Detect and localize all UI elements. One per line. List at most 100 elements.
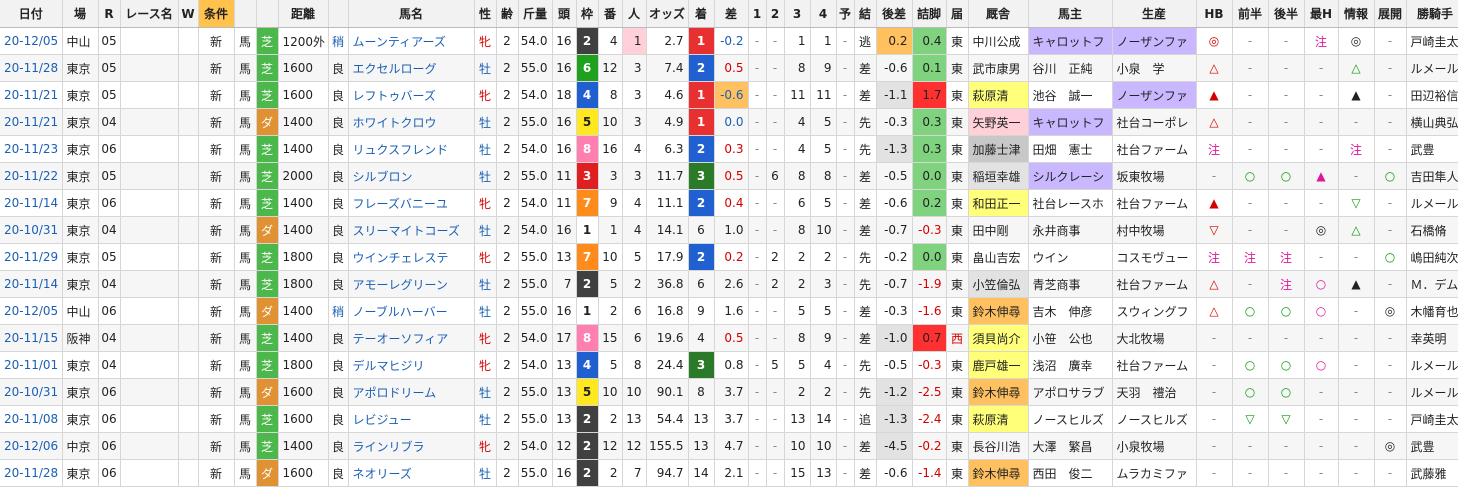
column-header[interactable]: 条件 — [198, 0, 235, 28]
column-header[interactable]: 斤量 — [518, 0, 553, 28]
column-header[interactable]: 後差 — [876, 0, 913, 28]
cell-owner: アポロサラブ — [1028, 378, 1113, 406]
cell-name[interactable]: アポロドリーム — [348, 378, 475, 406]
cell-name[interactable]: アモーレグリーン — [348, 270, 475, 298]
cell-c2: 2 — [766, 270, 785, 298]
cell-hb: - — [1196, 405, 1233, 433]
column-header[interactable]: 性 — [474, 0, 497, 28]
cell-ke: 差 — [854, 216, 877, 244]
column-header[interactable]: 日付 — [0, 0, 63, 28]
table-row[interactable]: 20-10/31 東京 04 新馬ダ 1400 良スリーマイトコーズ牡 2 54.0 16 1 1 4… — [0, 216, 1458, 244]
column-header[interactable]: 齢 — [496, 0, 519, 28]
column-header[interactable]: レース名 — [120, 0, 179, 28]
column-header[interactable]: 枠 — [576, 0, 599, 28]
cell-tsume: 0.0 — [912, 162, 947, 190]
column-header[interactable]: 勝騎手 — [1406, 0, 1458, 28]
cell-nin: 3 — [622, 81, 647, 109]
table-row[interactable]: 20-11/21 東京 04 新馬ダ 1400 良ホワイトクロウ牡 2 55.0 16 5 10 3 4… — [0, 108, 1458, 136]
column-header[interactable] — [256, 0, 279, 28]
cell-name[interactable]: フレーズバニーユ — [348, 189, 475, 217]
column-header[interactable]: HB — [1196, 0, 1233, 28]
column-header[interactable] — [328, 0, 349, 28]
cell-name[interactable]: デルマヒジリ — [348, 351, 475, 379]
cell-name[interactable]: ホワイトクロウ — [348, 108, 475, 136]
table-row[interactable]: 20-11/21 東京 05 新馬芝 1600 良レフトゥバーズ牝 2 54.0 18 4 8 3 4.… — [0, 81, 1458, 109]
column-header[interactable]: 4 — [810, 0, 837, 28]
cell-name[interactable]: ラインリブラ — [348, 432, 475, 460]
table-row[interactable]: 20-12/06 中京 06 新馬芝 1400 良ラインリブラ牝 2 54.0 12 2 12 12 1… — [0, 432, 1458, 460]
cell-name[interactable]: ネオリーズ — [348, 459, 475, 487]
table-row[interactable]: 20-11/28 東京 06 新馬ダ 1600 良ネオリーズ牡 2 55.0 16 2 2 7 94.7… — [0, 459, 1458, 487]
column-header[interactable]: 詰脚 — [912, 0, 947, 28]
column-header[interactable]: 届 — [946, 0, 969, 28]
cell-kousa: -1.1 — [876, 81, 913, 109]
cell-dist: 1400 — [278, 135, 329, 163]
table-row[interactable]: 20-11/15 阪神 04 新馬芝 1400 良テーオーソフィア牝 2 54.0 17 8 15 6… — [0, 324, 1458, 352]
column-header[interactable]: 予 — [836, 0, 855, 28]
column-header[interactable]: 結 — [854, 0, 877, 28]
cell-tou: 16 — [552, 108, 577, 136]
table-row[interactable]: 20-12/05 中山 06 新馬ダ 1400 稍ノーブルハーバー牡 2 55.0 16 1 2 6 1… — [0, 297, 1458, 325]
column-header[interactable]: R — [98, 0, 121, 28]
cell-nin: 4 — [622, 135, 647, 163]
column-header[interactable]: 馬主 — [1028, 0, 1113, 28]
cell-name[interactable]: エクセルローグ — [348, 54, 475, 82]
column-header[interactable]: 2 — [766, 0, 785, 28]
column-header[interactable]: 着 — [688, 0, 715, 28]
column-header[interactable]: 情報 — [1338, 0, 1375, 28]
column-header[interactable]: 差 — [714, 0, 749, 28]
table-row[interactable]: 20-11/28 東京 05 新馬芝 1600 良エクセルローグ牡 2 55.0 16 6 12 3 7… — [0, 54, 1458, 82]
column-header[interactable]: 厩舎 — [968, 0, 1029, 28]
cell-name[interactable]: ムーンティアーズ — [348, 27, 475, 55]
cell-name[interactable]: ウインチェレステ — [348, 243, 475, 271]
cell-empty — [120, 216, 179, 244]
column-header[interactable]: 距離 — [278, 0, 329, 28]
column-header[interactable]: 前半 — [1232, 0, 1269, 28]
column-header[interactable]: 展開 — [1374, 0, 1407, 28]
cell-trainer: 萩原清 — [968, 405, 1029, 433]
column-header[interactable]: 頭 — [552, 0, 577, 28]
table-row[interactable]: 20-12/05 中山 05 新馬芝 1200外稍ムーンティアーズ牝 2 54.0 16 2 4 1… — [0, 27, 1458, 55]
cell-name[interactable]: リュクスフレンド — [348, 135, 475, 163]
cell-zen: - — [1232, 189, 1269, 217]
cell-cls: 新 — [198, 27, 235, 55]
column-header[interactable]: オッズ — [646, 0, 689, 28]
cell-name[interactable]: ノーブルハーバー — [348, 297, 475, 325]
column-header[interactable]: 3 — [784, 0, 811, 28]
column-header[interactable]: W — [178, 0, 199, 28]
cell-ba: 馬 — [234, 297, 257, 325]
cell-waku: 3 — [576, 162, 599, 190]
table-row[interactable]: 20-11/29 東京 05 新馬芝 1800 良ウインチェレステ牝 2 55.0 13 7 10 5… — [0, 243, 1458, 271]
cell-name[interactable]: レビジュー — [348, 405, 475, 433]
column-header[interactable]: 番 — [598, 0, 623, 28]
table-row[interactable]: 20-11/08 東京 06 新馬芝 1600 良レビジュー牡 2 55.0 13 2 2 13 54.… — [0, 405, 1458, 433]
column-header[interactable] — [234, 0, 257, 28]
cell-todoke: 東 — [946, 162, 969, 190]
column-header[interactable]: 場 — [62, 0, 99, 28]
cell-kin: 55.0 — [518, 378, 553, 406]
column-header[interactable]: 最H — [1304, 0, 1339, 28]
table-row[interactable]: 20-10/31 東京 06 新馬ダ 1600 良アポロドリーム牡 2 55.0 13 5 10 10… — [0, 378, 1458, 406]
table-row[interactable]: 20-11/23 東京 06 新馬芝 1400 良リュクスフレンド牡 2 54.0 16 8 16 4… — [0, 135, 1458, 163]
cell-ba: 馬 — [234, 378, 257, 406]
column-header[interactable]: 人 — [622, 0, 647, 28]
cell-name[interactable]: テーオーソフィア — [348, 324, 475, 352]
column-header[interactable]: 1 — [748, 0, 767, 28]
cell-ba: 馬 — [234, 405, 257, 433]
column-header[interactable]: 生産 — [1112, 0, 1197, 28]
cell-c2: - — [766, 81, 785, 109]
column-header[interactable]: 後半 — [1268, 0, 1305, 28]
table-row[interactable]: 20-11/14 東京 06 新馬芝 1400 良フレーズバニーユ牝 2 54.0 11 7 9 4 1… — [0, 189, 1458, 217]
cell-name[interactable]: スリーマイトコーズ — [348, 216, 475, 244]
cell-age: 2 — [496, 351, 519, 379]
cell-cls: 新 — [198, 162, 235, 190]
cell-c2: 2 — [766, 243, 785, 271]
table-row[interactable]: 20-11/14 東京 04 新馬芝 1800 良アモーレグリーン牡 2 55.0 7 2 5 2 36… — [0, 270, 1458, 298]
cell-name[interactable]: レフトゥバーズ — [348, 81, 475, 109]
cell-ba: 馬 — [234, 189, 257, 217]
table-row[interactable]: 20-11/22 東京 05 新馬芝 2000 良シルブロン牡 2 55.0 11 3 3 3 11.7… — [0, 162, 1458, 190]
cell-name[interactable]: シルブロン — [348, 162, 475, 190]
table-row[interactable]: 20-11/01 東京 04 新馬芝 1800 良デルマヒジリ牝 2 54.0 13 4 5 8 24.… — [0, 351, 1458, 379]
cell-todoke: 東 — [946, 27, 969, 55]
column-header[interactable]: 馬名 — [348, 0, 475, 28]
